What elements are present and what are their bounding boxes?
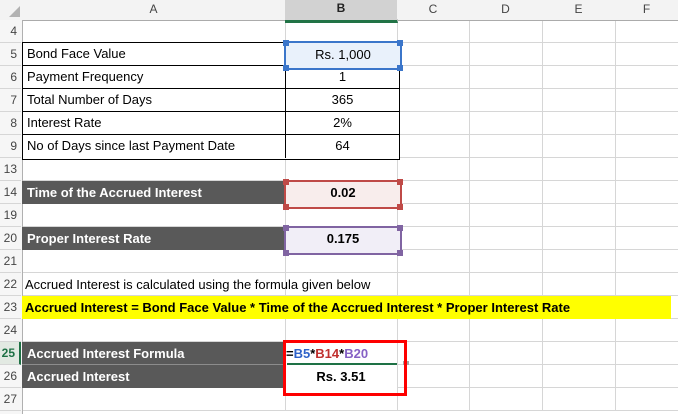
gridline-col-f [615,20,616,411]
row-header-6[interactable]: 6 [0,66,21,89]
selection-handle-icon[interactable] [397,250,403,256]
table-row-days-since-payment: No of Days since last Payment Date 64 [23,135,399,158]
cell-b5-reference-box[interactable]: Rs. 1,000 [283,40,403,71]
cell-b25-formula[interactable]: =B5*B14*B20 [286,342,397,365]
formula-equals: = [286,346,294,361]
row-header-26[interactable]: 26 [0,365,21,388]
selection-handle-icon[interactable] [397,40,403,46]
row-header-9[interactable]: 9 [0,135,21,158]
cell-b7[interactable]: 365 [286,89,399,111]
cell-b26-result[interactable]: Rs. 3.51 [285,365,397,388]
select-all-corner[interactable] [0,0,23,19]
row-header-22[interactable]: 22 [0,273,21,296]
gridline-col-d [469,20,470,411]
formula-ref-b5: B5 [293,346,311,361]
row-header-19[interactable]: 19 [0,204,21,227]
column-header-a[interactable]: A [22,0,286,19]
row-header-14[interactable]: 14 [0,181,21,204]
cell-a25-label[interactable]: Accrued Interest Formula [22,342,285,365]
gridline-col-e [542,20,543,411]
column-header-f[interactable]: F [615,0,678,19]
formula-ref-b20: B20 [344,346,369,361]
selection-handle-icon[interactable] [397,204,403,210]
note-text[interactable]: Accrued Interest is calculated using the… [25,273,665,296]
column-header-c[interactable]: C [397,0,470,19]
row-header-20[interactable]: 20 [0,227,21,250]
active-cell-underline [287,363,397,365]
selection-handle-icon[interactable] [283,225,289,231]
cell-b20-reference-box[interactable]: 0.175 [283,225,403,256]
selection-handle-icon[interactable] [397,225,403,231]
excel-spreadsheet: A B C D E F 4 5 6 7 8 9 13 14 19 20 21 2… [0,0,678,414]
cell-a26-label[interactable]: Accrued Interest [22,365,285,388]
row-header-21[interactable]: 21 [0,250,21,273]
table-row-interest-rate: Interest Rate 2% [23,112,399,135]
cell-b9[interactable]: 64 [286,135,399,158]
cell-a20-label[interactable]: Proper Interest Rate [22,227,285,250]
selection-handle-icon[interactable] [397,179,403,185]
column-header-d[interactable]: D [469,0,543,19]
cell-a6[interactable]: Payment Frequency [23,66,286,88]
formula-ref-b14: B14 [315,346,340,361]
formula-banner[interactable]: Accrued Interest = Bond Face Value * Tim… [22,296,671,319]
column-header-b[interactable]: B [285,0,398,23]
row-header-4[interactable]: 4 [0,20,21,43]
selection-handle-icon[interactable] [397,65,403,71]
column-header-e[interactable]: E [542,0,616,19]
row-header-7[interactable]: 7 [0,89,21,112]
selection-handle-icon[interactable] [283,65,289,71]
row-header-25-active[interactable]: 25 [0,342,21,365]
time-accrued-value: 0.02 [330,185,356,200]
row-header-8[interactable]: 8 [0,112,21,135]
selection-handle-icon[interactable] [283,179,289,185]
row-header-27[interactable]: 27 [0,388,21,411]
fill-handle-mark [403,361,409,365]
selection-handle-icon[interactable] [283,40,289,46]
cell-a14-label[interactable]: Time of the Accrued Interest [22,181,285,204]
cell-a7[interactable]: Total Number of Days [23,89,286,111]
row-header-13[interactable]: 13 [0,158,21,181]
row-header-24[interactable]: 24 [0,319,21,342]
row-header-5[interactable]: 5 [0,43,21,66]
table-row-total-days: Total Number of Days 365 [23,89,399,112]
selection-handle-icon[interactable] [283,250,289,256]
cell-a5[interactable]: Bond Face Value [23,43,286,65]
column-header-row: A B C D E F [0,0,678,23]
bond-face-value-amount: Rs. 1,000 [315,47,371,62]
cell-a8[interactable]: Interest Rate [23,112,286,134]
cell-a9[interactable]: No of Days since last Payment Date [23,135,286,158]
row-header-column: 4 5 6 7 8 9 13 14 19 20 21 22 23 24 25 2… [0,20,23,414]
proper-rate-value: 0.175 [326,231,360,246]
cell-b8[interactable]: 2% [286,112,399,134]
cell-b14-reference-box[interactable]: 0.02 [283,179,403,210]
row-header-23[interactable]: 23 [0,296,21,319]
selection-handle-icon[interactable] [283,204,289,210]
